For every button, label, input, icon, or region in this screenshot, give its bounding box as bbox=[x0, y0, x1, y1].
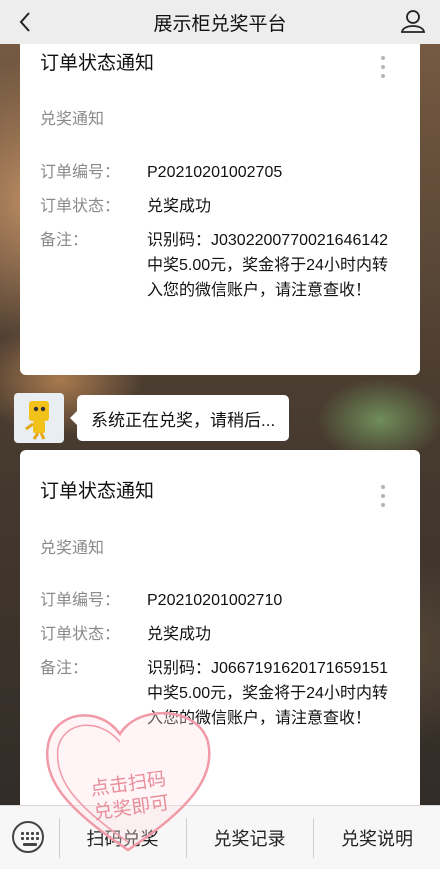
order-status-label: 订单状态： bbox=[40, 626, 121, 643]
system-message: 系统正在兑奖，请稍后... bbox=[14, 393, 290, 443]
order-status-row: 订单状态： 兑奖成功 bbox=[40, 622, 397, 647]
order-status-row: 订单状态： 兑奖成功 bbox=[40, 194, 397, 219]
more-options-icon[interactable] bbox=[380, 56, 386, 82]
bot-avatar bbox=[14, 393, 64, 443]
note-label: 备注： bbox=[40, 232, 89, 249]
menu-item-instructions[interactable]: 兑奖说明 bbox=[314, 806, 440, 869]
message-bubble: 系统正在兑奖，请稍后... bbox=[69, 395, 290, 441]
order-status-value: 兑奖成功 bbox=[147, 626, 212, 643]
user-profile-icon[interactable] bbox=[400, 8, 426, 34]
card-title: 订单状态通知 bbox=[40, 53, 155, 74]
card-subtitle: 兑奖通知 bbox=[40, 540, 105, 557]
top-navigation-bar: 展示柜兑奖平台 bbox=[0, 0, 440, 44]
order-number-value: P20210201002705 bbox=[147, 164, 283, 181]
order-number-label: 订单编号： bbox=[40, 592, 121, 609]
order-status-label: 订单状态： bbox=[40, 198, 121, 215]
order-number-row: 订单编号： P20210201002705 bbox=[40, 160, 397, 185]
page-title: 展示柜兑奖平台 bbox=[153, 13, 287, 35]
card-subtitle: 兑奖通知 bbox=[40, 111, 105, 128]
more-options-icon[interactable] bbox=[380, 485, 386, 511]
note-row: 备注： 识别码：J030220077002164614​2中奖5.00元，奖金将… bbox=[40, 228, 397, 303]
note-value: 识别码：J030220077002164614​2中奖5.00元，奖金将于24小… bbox=[147, 232, 389, 299]
back-arrow-icon[interactable] bbox=[14, 10, 38, 34]
bot-mascot-icon bbox=[25, 401, 49, 440]
order-status-card: 订单状态通知 兑奖通知 订单编号： P20210201002705 订单状态： … bbox=[20, 20, 420, 375]
order-status-value: 兑奖成功 bbox=[147, 198, 212, 215]
order-number-label: 订单编号： bbox=[40, 164, 121, 181]
card-title: 订单状态通知 bbox=[40, 481, 155, 502]
order-number-value: P20210201002710 bbox=[147, 592, 283, 609]
order-number-row: 订单编号： P20210201002710 bbox=[40, 588, 397, 613]
